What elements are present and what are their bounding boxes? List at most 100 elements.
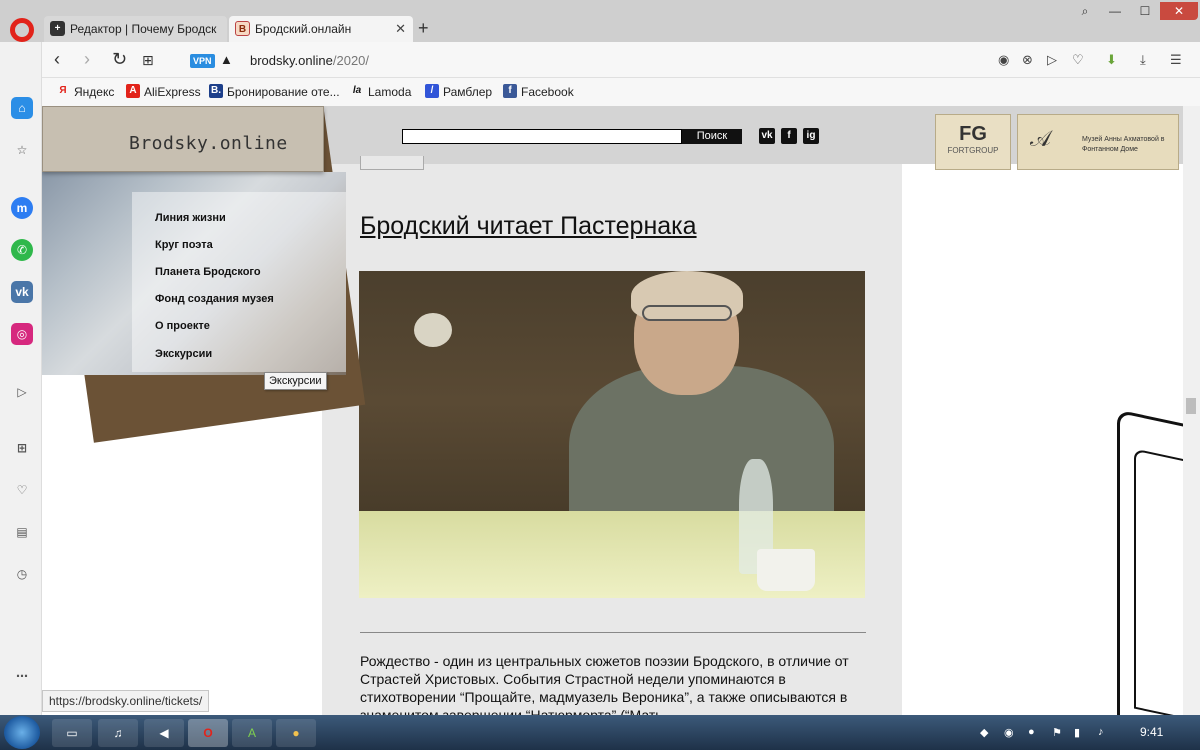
article-title[interactable]: Бродский читает Пастернака (360, 212, 697, 241)
heart-icon[interactable]: ♡ (11, 479, 33, 501)
video-cup (757, 549, 815, 591)
opera-menu-icon[interactable] (10, 18, 34, 42)
tray-app-icon[interactable]: ● (1028, 726, 1035, 738)
status-url: https://brodsky.online/tickets/ (42, 690, 210, 712)
logo-text: Brodsky.online (129, 133, 288, 154)
volume-icon[interactable]: ♪ (1098, 726, 1104, 738)
instagram-icon[interactable]: ig (803, 128, 819, 144)
menu-item-museum-fund[interactable]: Фонд создания музея (155, 293, 274, 305)
history-icon[interactable]: ◷ (11, 563, 33, 585)
bookmark-rambler[interactable]: / Рамблер (425, 84, 493, 99)
volume-app-icon[interactable]: ◀ (144, 719, 184, 747)
bookmark-lamoda[interactable]: la Lamoda (350, 85, 412, 99)
bookmark-label: Facebook (521, 85, 574, 99)
url-field[interactable]: brodsky.online/2020/ (250, 53, 369, 68)
messenger-icon[interactable]: m (11, 197, 33, 219)
tab-title: Редактор | Почему Бродск (70, 22, 217, 36)
signal-icon[interactable]: ▮ (1074, 726, 1080, 739)
back-icon[interactable]: ‹ (54, 49, 60, 70)
vpn-badge[interactable]: VPN (190, 54, 215, 68)
page-scrollbar[interactable] (1183, 106, 1200, 715)
opera-taskbar-icon[interactable]: O (188, 719, 228, 747)
taskbar: ▭ ♫ ◀ O A ● ◆ ◉ ● ⚑ ▮ ♪ 9:41 (0, 715, 1200, 750)
heart-icon[interactable]: ♡ (1072, 52, 1084, 68)
media-app-icon[interactable]: ♫ (98, 719, 138, 747)
opera-sidebar: ⌂ ☆ m ✆ vk ◎ ▷ ⊞ ♡ ▤ ◷ ⋯ (0, 42, 42, 715)
taskbar-clock: 9:41 (1140, 725, 1164, 739)
menu-item-about[interactable]: О проекте (155, 320, 210, 332)
bookmark-booking[interactable]: B. Бронирование оте... (209, 84, 340, 99)
facebook-icon[interactable]: f (781, 128, 797, 144)
window-minimize-icon[interactable]: — (1100, 2, 1130, 20)
site-search-input[interactable] (402, 129, 682, 144)
video-player[interactable] (359, 271, 865, 598)
museum-signature-icon: 𝒜 (1030, 127, 1051, 152)
tab-editor[interactable]: + Редактор | Почему Бродск (44, 16, 227, 42)
bookmarks-icon[interactable]: ☆ (11, 139, 33, 161)
article-divider (360, 632, 866, 633)
bookmark-label: Lamoda (368, 85, 412, 99)
lamoda-icon: la (352, 85, 362, 96)
menu-tooltip: Экскурсии (264, 372, 327, 390)
vk-icon[interactable]: vk (11, 281, 33, 303)
menu-item-planet[interactable]: Планета Бродского (155, 266, 261, 278)
adblock-icon[interactable]: ⊗ (1022, 52, 1033, 68)
bookmarks-bar: Я Яндекс A AliExpress B. Бронирование оте..… (42, 78, 1200, 106)
rambler-icon: / (425, 84, 439, 98)
tray-app-icon[interactable]: ◉ (1004, 726, 1014, 739)
new-tab-icon[interactable]: + (418, 18, 429, 39)
site-logo[interactable]: Brodsky.online (42, 106, 324, 172)
speed-dial-icon[interactable]: ⊞ (142, 52, 154, 69)
bookmark-facebook[interactable]: f Facebook (503, 84, 574, 99)
app-a-icon[interactable]: A (232, 719, 272, 747)
bookmark-label: Рамблер (443, 85, 493, 99)
app-b-icon[interactable]: ● (276, 719, 316, 747)
easy-setup-icon[interactable]: ☰ (1170, 52, 1182, 68)
site-search-button[interactable]: Поиск (682, 129, 742, 144)
forward-icon[interactable]: › (84, 49, 90, 70)
aliexpress-icon: A (126, 84, 140, 98)
browser-titlebar: + Редактор | Почему Бродск B Бродский.он… (0, 0, 1200, 42)
booking-icon: B. (209, 84, 223, 98)
bookmark-label: Бронирование оте... (227, 85, 340, 99)
menu-item-life-line[interactable]: Линия жизни (155, 212, 226, 224)
address-bar: ‹ › ↻ ⊞ VPN ▲ brodsky.online/2020/ ◉ ⊗ ▷… (42, 42, 1200, 78)
window-close-icon[interactable]: ✕ (1160, 2, 1198, 20)
download-extension-icon[interactable]: ⬇ (1106, 52, 1117, 68)
bookmark-aliexpress[interactable]: A AliExpress (126, 84, 201, 99)
page-viewport: Поиск vk f ig FG FORTGROUP 𝒜 Музей Анны … (42, 106, 1183, 715)
window-maximize-icon[interactable]: ☐ (1130, 2, 1160, 20)
extensions-icon[interactable]: ⊞ (11, 437, 33, 459)
tag-button[interactable] (360, 156, 424, 170)
sponsor-akhmatova-museum[interactable]: 𝒜 Музей Анны Ахматовой в Фонтанном Доме (1017, 114, 1179, 170)
tab-close-icon[interactable]: ✕ (395, 21, 406, 37)
vk-icon[interactable]: vk (759, 128, 775, 144)
explorer-icon[interactable]: ▭ (52, 719, 92, 747)
scrollbar-thumb[interactable] (1186, 398, 1196, 414)
yandex-icon: Я (59, 85, 67, 96)
bookmark-yandex[interactable]: Я Яндекс (56, 85, 114, 99)
bookmark-label: Яндекс (74, 85, 115, 99)
warning-icon[interactable]: ▲ (220, 52, 233, 67)
bookmark-label: AliExpress (144, 85, 201, 99)
sponsor-fortgroup[interactable]: FG FORTGROUP (935, 114, 1011, 170)
camera-icon[interactable]: ◉ (998, 52, 1009, 68)
more-icon[interactable]: ⋯ (11, 665, 33, 687)
whatsapp-icon[interactable]: ✆ (11, 239, 33, 261)
video-lamp (414, 313, 452, 347)
tray-app-icon[interactable]: ◆ (980, 726, 988, 739)
window-search-icon[interactable]: ⌕ (1070, 2, 1100, 20)
home-icon[interactable]: ⌂ (11, 97, 33, 119)
start-button[interactable] (4, 716, 40, 749)
tab-brodsky-online[interactable]: B Бродский.онлайн ✕ (229, 16, 413, 42)
menu-item-poet-circle[interactable]: Круг поэта (155, 239, 213, 251)
flag-icon[interactable]: ⚑ (1052, 726, 1062, 739)
news-icon[interactable]: ▤ (11, 521, 33, 543)
downloads-icon[interactable]: ⤓ (1140, 52, 1146, 68)
menu-item-tours[interactable]: Экскурсии (155, 348, 212, 360)
reload-icon[interactable]: ↻ (112, 49, 127, 70)
flow-icon[interactable]: ▷ (11, 381, 33, 403)
tab-favicon-icon: + (50, 21, 65, 36)
instagram-icon[interactable]: ◎ (11, 323, 33, 345)
send-icon[interactable]: ▷ (1047, 52, 1057, 68)
